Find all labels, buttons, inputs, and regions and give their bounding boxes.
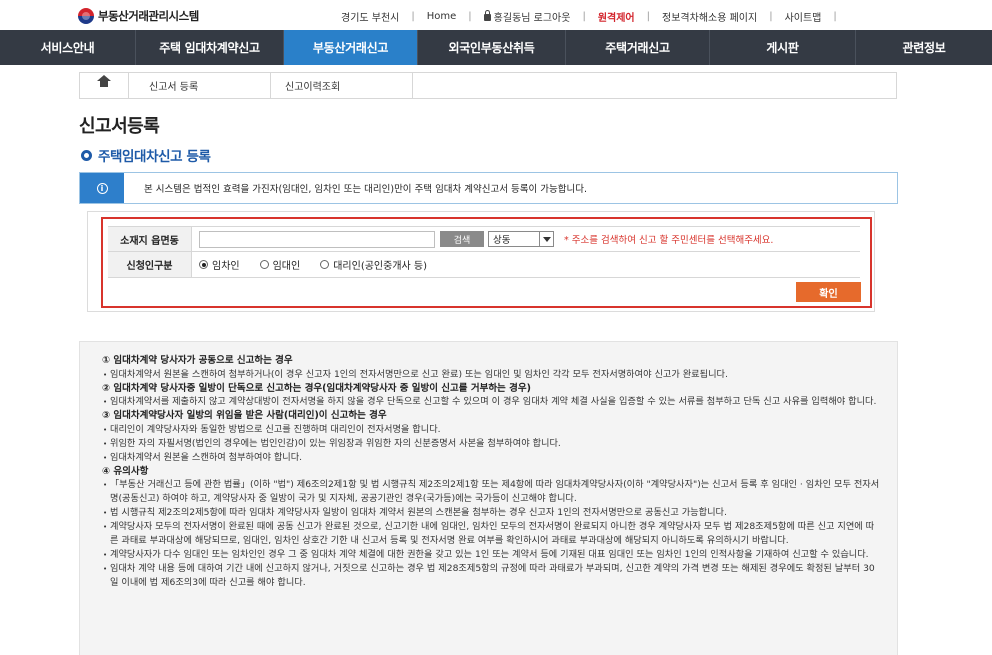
- notice-item: 계약당사자가 다수 임대인 또는 임차인인 경우 그 중 임대차 계약 체결에 …: [102, 548, 882, 562]
- logout-link[interactable]: 홍길동님 로그아웃: [494, 9, 571, 24]
- breadcrumb: 신고서 등록 신고이력조회: [79, 72, 897, 99]
- address-input[interactable]: [199, 230, 435, 248]
- nav-item-related-info[interactable]: 관련정보: [856, 30, 992, 65]
- radio-empty-icon: [320, 260, 330, 269]
- chevron-down-icon: [542, 236, 551, 242]
- notice-item: 「부동산 거래신고 등에 관한 법률」(이하 "법") 제6조의2제1항 및 법…: [102, 478, 882, 506]
- address-label: 소재지 읍면동: [108, 227, 192, 251]
- notice-item: 임대차계약서 원본을 스캔하여 첨부하거나(이 경우 신고자 1인의 전자서명만…: [102, 368, 882, 382]
- lock-icon: [483, 9, 491, 21]
- address-row: 소재지 읍면동 검색 상동 * 주소를 검색하여 신고 할 주민센터를 선택해주…: [108, 226, 860, 252]
- top-utility-bar: 부동산거래관리시스템 경기도 부천시 | Home | 홍길동님 로그아웃 | …: [0, 0, 992, 30]
- home-link[interactable]: Home: [427, 11, 457, 22]
- section-title: 주택임대차신고 등록: [81, 145, 211, 165]
- notice-item: 임대차계약서 원본을 스캔하여 첨부하여야 합니다.: [102, 451, 882, 465]
- notice-item: 법 시행규칙 제2조의2제5항에 따라 임대차 계약당사자 일방이 임대차 계약…: [102, 506, 882, 520]
- region-label: 경기도 부천시: [341, 12, 400, 24]
- nav-item-housing-lease-report[interactable]: 주택 임대차계약신고: [136, 30, 283, 65]
- applicant-label: 신청인구분: [108, 252, 192, 277]
- notice-item: 대리인이 계약당사자와 동일한 방법으로 신고를 진행하며 대리인이 전자서명을…: [102, 423, 882, 437]
- section-title-text: 주택임대차신고 등록: [98, 149, 211, 165]
- radio-tenant[interactable]: 임차인: [199, 257, 240, 272]
- logo-text: 부동산거래관리시스템: [98, 9, 199, 23]
- notice-item: 임대차계약서를 제출하지 않고 계약상대방이 전자서명을 하지 않을 경우 단독…: [102, 395, 882, 409]
- select-value: 상동: [493, 235, 511, 246]
- info-banner-icon-box: i: [80, 173, 124, 203]
- sitemap-link[interactable]: 사이트맵: [785, 9, 822, 24]
- radio-selected-icon: [199, 260, 208, 269]
- notice-box: ① 임대차계약 당사자가 공동으로 신고하는 경우 임대차계약서 원본을 스캔하…: [79, 341, 898, 655]
- notice-heading: ③ 임대차계약당사자 일방의 위임을 받은 사람(대리인)이 신고하는 경우: [102, 410, 387, 421]
- radio-landlord-label: 임대인: [272, 261, 301, 272]
- notice-item: 위임한 자의 자필서명(법인의 경우에는 법인인감)이 있는 위임장과 위임한 …: [102, 437, 882, 451]
- info-banner: i 본 시스템은 법적인 효력을 가진자(임대인, 임차인 또는 대리인)만이 …: [79, 172, 898, 204]
- info-icon: i: [96, 182, 108, 194]
- breadcrumb-report-register[interactable]: 신고서 등록: [129, 73, 271, 98]
- circle-bullet-icon: [81, 149, 92, 161]
- notice-heading: ④ 유의사항: [102, 465, 149, 477]
- nav-item-housing-transaction-report[interactable]: 주택거래신고: [566, 30, 709, 65]
- taegeuk-logo-icon: [78, 8, 94, 24]
- site-logo[interactable]: 부동산거래관리시스템: [78, 8, 199, 24]
- radio-landlord[interactable]: 임대인: [259, 257, 301, 272]
- utility-links: 경기도 부천시 | Home | 홍길동님 로그아웃 | 원격제어 | 정보격차…: [341, 9, 837, 24]
- accessibility-page-link[interactable]: 정보격차해소용 페이지: [662, 9, 757, 24]
- remote-control-link[interactable]: 원격제어: [598, 9, 635, 24]
- confirm-button[interactable]: 확인: [796, 282, 861, 302]
- radio-agent-label: 대리인(공인중개사 등): [333, 261, 428, 272]
- community-center-select[interactable]: 상동: [488, 231, 554, 247]
- address-hint: * 주소를 검색하여 신고 할 주민센터를 선택해주세요.: [564, 235, 774, 246]
- applicant-row: 신청인구분 임차인 임대인 대리인(공인중개사 등): [108, 252, 860, 278]
- nav-item-service-guide[interactable]: 서비스안내: [0, 30, 135, 65]
- address-search-button[interactable]: 검색: [440, 231, 484, 247]
- radio-agent[interactable]: 대리인(공인중개사 등): [320, 257, 427, 272]
- notice-item: 임대차 계약 내용 등에 대하여 기간 내에 신고하지 않거나, 거짓으로 신고…: [102, 562, 882, 590]
- radio-empty-icon: [259, 260, 269, 269]
- home-icon: [97, 74, 111, 91]
- nav-item-board[interactable]: 게시판: [710, 30, 855, 65]
- breadcrumb-home[interactable]: [80, 73, 129, 98]
- nav-item-real-estate-report[interactable]: 부동산거래신고: [284, 30, 417, 65]
- notice-item: 계약당사자 모두의 전자서명이 완료된 때에 공동 신고가 완료된 것으로, 신…: [102, 520, 882, 548]
- nav-item-foreigner-acquisition[interactable]: 외국인부동산취득: [418, 30, 565, 65]
- page-title: 신고서등록: [79, 116, 160, 137]
- notice-heading: ② 임대차계약 당사자중 일방이 단독으로 신고하는 경우(임대차계약당사자 중…: [102, 382, 531, 394]
- notice-heading: ① 임대차계약 당사자가 공동으로 신고하는 경우: [102, 355, 293, 366]
- info-banner-text: 본 시스템은 법적인 효력을 가진자(임대인, 임차인 또는 대리인)만이 주택…: [144, 184, 587, 195]
- radio-tenant-label: 임차인: [212, 261, 240, 272]
- main-nav: 서비스안내 주택 임대차계약신고 부동산거래신고 외국인부동산취득 주택거래신고…: [0, 30, 992, 65]
- breadcrumb-report-history[interactable]: 신고이력조회: [271, 73, 413, 98]
